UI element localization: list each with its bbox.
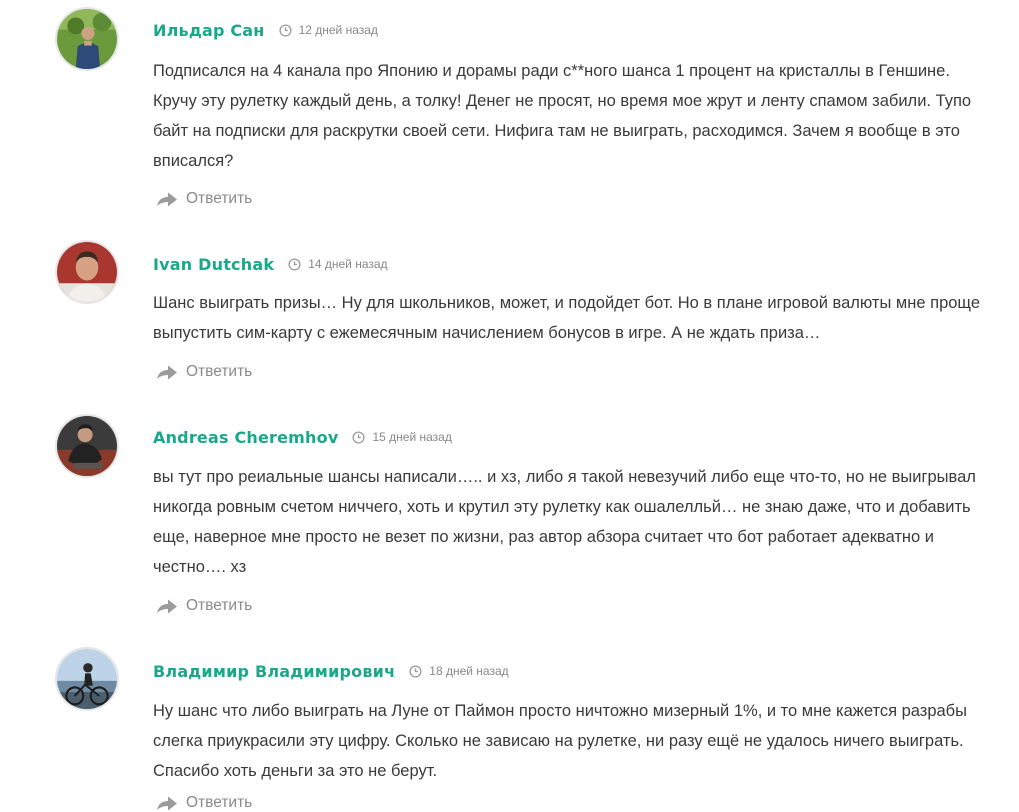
comment-text: Ну шанс что либо выиграть на Луне от Пай…: [153, 702, 967, 780]
author-name[interactable]: Andreas Cheremhov: [153, 428, 338, 447]
comment-date[interactable]: 12 дней назад: [299, 23, 378, 37]
comment-date[interactable]: 15 дней назад: [372, 430, 451, 444]
comment-text: вы тут про реиальные шансы написали….. и…: [153, 468, 976, 576]
avatar[interactable]: [55, 647, 119, 711]
author-name[interactable]: Ильдар Сан: [153, 21, 265, 40]
clock-icon: [352, 430, 366, 444]
reply-label: Ответить: [186, 597, 253, 614]
avatar[interactable]: [55, 414, 119, 478]
reply-arrow-icon: [157, 365, 177, 380]
clock-icon: [409, 664, 422, 678]
reply-arrow-icon: [157, 599, 177, 614]
comment-header: Ivan Dutchak 14 дней назад: [153, 252, 388, 276]
avatar[interactable]: [55, 7, 119, 71]
avatar-photo-icon: [57, 649, 117, 709]
avatar[interactable]: [55, 240, 119, 304]
avatar-photo-icon: [57, 416, 117, 476]
reply-label: Ответить: [186, 190, 253, 207]
avatar-photo-icon: [57, 242, 117, 302]
reply-button[interactable]: Ответить: [156, 190, 252, 208]
comment-date[interactable]: 18 дней назад: [429, 664, 508, 678]
comment-text: Подписался на 4 канала про Японию и дора…: [153, 62, 972, 170]
reply-button[interactable]: Ответить: [156, 597, 252, 615]
reply-arrow-icon: [157, 192, 177, 207]
clock-icon: [288, 257, 301, 271]
comment-text: Шанс выиграть призы… Ну для школьников, …: [153, 294, 980, 342]
comment-header: Ильдар Сан 12 дней назад: [153, 18, 378, 42]
comment-date[interactable]: 14 дней назад: [308, 257, 387, 271]
author-name[interactable]: Ivan Dutchak: [153, 255, 274, 274]
comment-header: Andreas Cheremhov 15 дней назад: [153, 425, 452, 449]
comment-header: Владимир Владимирович 18 дней назад: [153, 659, 509, 683]
avatar-photo-icon: [57, 9, 117, 69]
reply-label: Ответить: [186, 794, 253, 811]
author-name[interactable]: Владимир Владимирович: [153, 662, 395, 681]
reply-button[interactable]: Ответить: [156, 794, 252, 812]
reply-arrow-icon: [157, 796, 177, 811]
reply-button[interactable]: Ответить: [156, 363, 252, 381]
reply-label: Ответить: [186, 363, 253, 380]
clock-icon: [279, 23, 292, 37]
